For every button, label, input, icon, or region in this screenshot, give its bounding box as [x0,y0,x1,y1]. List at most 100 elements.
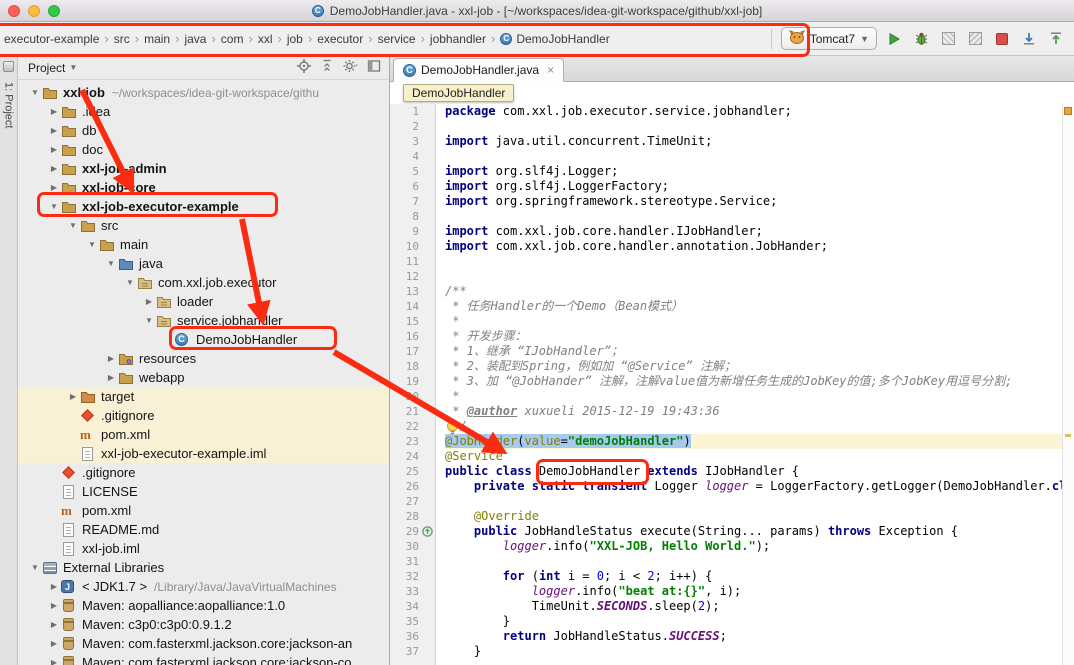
tree-item-maven-aopalliance-aopalliance-1-0[interactable]: ▶Maven: aopalliance:aopalliance:1.0 [18,596,389,615]
tree-item-idea[interactable]: ▶.idea [18,102,389,121]
tree-item-resources[interactable]: ▶resources [18,349,389,368]
code-text[interactable]: package com.xxl.job.executor.service.job… [436,104,1074,665]
settings-gear-icon[interactable] [343,59,358,76]
code-line-6: import org.slf4j.LoggerFactory; [445,179,1074,194]
breadcrumb-item-java[interactable]: java [182,31,208,47]
breadcrumb-class-chip[interactable]: DemoJobHandler [403,84,514,102]
tree-item-label: Maven: c3p0:c3p0:0.9.1.2 [82,617,232,632]
stop-button[interactable] [992,29,1012,49]
breadcrumb-item-jobhandler[interactable]: jobhandler [428,31,488,47]
collapse-arrow-icon[interactable]: ▼ [104,259,118,268]
breadcrumb-item-job[interactable]: job [285,31,305,47]
tree-item-webapp[interactable]: ▶webapp [18,368,389,387]
tree-item-external-libraries[interactable]: ▼External Libraries [18,558,389,577]
chevron-down-icon[interactable]: ▼ [69,63,77,72]
expand-arrow-icon[interactable]: ▶ [47,183,61,192]
profile-button[interactable] [965,29,985,49]
tree-item-xxl-job-core[interactable]: ▶xxl-job-core [18,178,389,197]
editor-tab-demojobhandler[interactable]: C DemoJobHandler.java × [393,58,564,82]
run-with-coverage-button[interactable] [938,29,958,49]
project-panel-header: Project ▼ [18,56,389,80]
expand-arrow-icon[interactable]: ▶ [47,620,61,629]
expand-arrow-icon[interactable]: ▶ [142,297,156,306]
project-panel: Project ▼ ▼xxl-job~/workspaces/idea-git-… [18,56,390,665]
expand-arrow-icon[interactable]: ▶ [47,164,61,173]
collapse-arrow-icon[interactable]: ▼ [47,202,61,211]
tree-item-maven-com-fasterxml-jackson-core-jackson-an[interactable]: ▶Maven: com.fasterxml.jackson.core:jacks… [18,634,389,653]
tree-item-loader[interactable]: ▶loader [18,292,389,311]
vcs-commit-button[interactable] [1046,29,1066,49]
tree-item-xxl-job[interactable]: ▼xxl-job~/workspaces/idea-git-workspace/… [18,83,389,102]
expand-arrow-icon[interactable]: ▶ [47,145,61,154]
tree-item-db[interactable]: ▶db [18,121,389,140]
editor-gutter: 1234567891011121314151617181920212223242… [390,104,436,665]
tree-item-target[interactable]: ▶target [18,387,389,406]
tree-item-java[interactable]: ▼java [18,254,389,273]
line-number: 31 [390,554,435,569]
expand-arrow-icon[interactable]: ▶ [47,107,61,116]
expand-arrow-icon[interactable]: ▶ [104,373,118,382]
close-window-button[interactable] [8,5,20,17]
line-number: 4 [390,149,435,164]
expand-arrow-icon[interactable]: ▶ [47,658,61,665]
package-icon [156,313,174,329]
tree-item-demojobhandler[interactable]: CDemoJobHandler [18,330,389,349]
tree-item-license[interactable]: LICENSE [18,482,389,501]
breadcrumb-item-src[interactable]: src [112,31,132,47]
line-number: 27 [390,494,435,509]
tree-item-maven-c3p0-c3p0-0-9-1-2[interactable]: ▶ Maven: c3p0:c3p0:0.9.1.2 [18,615,389,634]
vcs-update-button[interactable] [1019,29,1039,49]
run-configuration-select[interactable]: Tomcat7 ▼ [781,27,877,50]
collapse-arrow-icon[interactable]: ▼ [85,240,99,249]
collapse-arrow-icon[interactable]: ▼ [28,563,42,572]
tree-item-doc[interactable]: ▶doc [18,140,389,159]
run-button[interactable] [884,29,904,49]
collapse-arrow-icon[interactable]: ▼ [123,278,137,287]
code-editor[interactable]: 1234567891011121314151617181920212223242… [390,104,1074,665]
error-stripe[interactable] [1062,104,1074,665]
tree-item-com-xxl-job-executor[interactable]: ▼com.xxl.job.executor [18,273,389,292]
tree-item-xxl-job-admin[interactable]: ▶xxl-job-admin [18,159,389,178]
project-tool-window-button[interactable]: 1: Project [3,82,15,128]
tree-item-pom-xml[interactable]: mpom.xml [18,501,389,520]
breadcrumb-item-executor[interactable]: executor [315,31,365,47]
tree-item-xxl-job-iml[interactable]: xxl-job.iml [18,539,389,558]
tree-item-pom-xml[interactable]: mpom.xml [18,425,389,444]
tree-item-service-jobhandler[interactable]: ▼service.jobhandler [18,311,389,330]
breadcrumb-separator: › [368,31,372,46]
tree-item-gitignore[interactable]: .gitignore [18,463,389,482]
locate-icon[interactable] [297,59,311,76]
collapse-arrow-icon[interactable]: ▼ [66,221,80,230]
code-line-21: * @author xuxueli 2015-12-19 19:43:36 [445,404,1074,419]
expand-arrow-icon[interactable]: ▶ [47,601,61,610]
breadcrumb-item-demojobhandler[interactable]: CDemoJobHandler [498,31,611,47]
expand-arrow-icon[interactable]: ▶ [47,639,61,648]
breadcrumb-item-com[interactable]: com [219,31,246,47]
collapse-arrow-icon[interactable]: ▼ [142,316,156,325]
tree-item-gitignore[interactable]: .gitignore [18,406,389,425]
minimize-window-button[interactable] [28,5,40,17]
tree-item-xxl-job-executor-example[interactable]: ▼xxl-job-executor-example [18,197,389,216]
debug-button[interactable] [911,29,931,49]
collapse-arrow-icon[interactable]: ▼ [28,88,42,97]
expand-arrow-icon[interactable]: ▶ [66,392,80,401]
tree-item-readme-md[interactable]: README.md [18,520,389,539]
expand-arrow-icon[interactable]: ▶ [47,126,61,135]
close-tab-icon[interactable]: × [547,63,554,77]
tree-item-src[interactable]: ▼src [18,216,389,235]
tree-item-label: xxl-job-executor-example.iml [101,446,266,461]
tree-item-jdk1-7[interactable]: ▶J< JDK1.7 >/Library/Java/JavaVirtualMac… [18,577,389,596]
zoom-window-button[interactable] [48,5,60,17]
expand-arrow-icon[interactable]: ▶ [47,582,61,591]
tree-item-xxl-job-executor-example-iml[interactable]: xxl-job-executor-example.iml [18,444,389,463]
hide-panel-icon[interactable] [367,59,381,76]
tree-item-main[interactable]: ▼main [18,235,389,254]
expand-arrow-icon[interactable]: ▶ [104,354,118,363]
tree-item-maven-com-fasterxml-jackson-core-jackson-co[interactable]: ▶Maven: com.fasterxml.jackson.core:jacks… [18,653,389,665]
class-icon: C [403,64,416,77]
breadcrumb-item-main[interactable]: main [142,31,172,47]
breadcrumb-item-xxl[interactable]: xxl [256,31,275,47]
breadcrumb-item-executor-example[interactable]: executor-example [2,31,101,47]
breadcrumb-item-service[interactable]: service [376,31,418,47]
collapse-all-icon[interactable] [320,59,334,76]
